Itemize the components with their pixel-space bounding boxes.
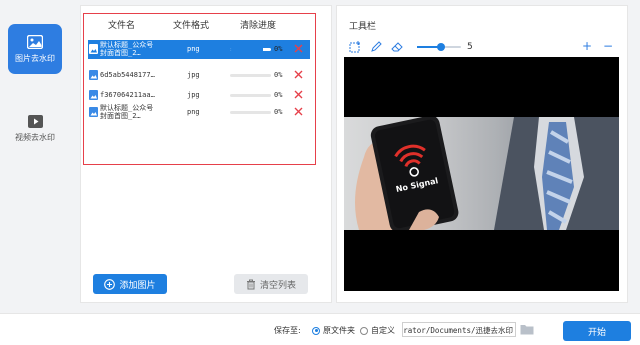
file-format: jpg xyxy=(187,71,200,79)
brush-size-value: 5 xyxy=(467,42,473,52)
progress-percent: 0% xyxy=(274,108,283,116)
file-name: 默认标题_公众号封面首图_2… xyxy=(100,41,154,57)
file-format: png xyxy=(187,108,200,116)
zoom-out-icon[interactable]: − xyxy=(603,40,613,52)
file-name: f367064211aa… xyxy=(100,91,155,99)
radio-dot xyxy=(360,326,368,335)
side-nav: 图片去水印 视频去水印 xyxy=(0,0,70,313)
file-list-header: 文件名 文件格式 清除进度 xyxy=(84,18,315,32)
file-name: 6d5ab5448177… xyxy=(100,71,155,79)
save-to-label: 保存至: xyxy=(274,326,301,335)
preview-photo: No Signal xyxy=(355,117,619,230)
column-filename: 文件名 xyxy=(108,21,136,31)
radio-custom-folder[interactable]: 自定义 xyxy=(360,325,395,336)
eraser-icon[interactable] xyxy=(391,41,404,53)
progress-bar xyxy=(230,74,271,77)
progress-percent: 0% xyxy=(274,45,283,53)
nav-video-label: 视频去水印 xyxy=(15,133,55,142)
brush-size-slider[interactable] xyxy=(417,43,461,51)
save-path-input[interactable]: Administrator/Documents/迅捷去水印 xyxy=(402,322,516,337)
delete-icon[interactable] xyxy=(293,106,304,117)
radio-dot xyxy=(312,326,320,335)
file-list: 文件名 文件格式 清除进度 默认标题_公众号封面首图_2… png 0% 6d5… xyxy=(83,13,316,165)
column-progress: 清除进度 xyxy=(240,21,277,31)
delete-icon[interactable] xyxy=(293,43,304,54)
nav-video-watermark[interactable]: 视频去水印 xyxy=(8,104,62,154)
delete-icon[interactable] xyxy=(293,89,304,100)
file-row[interactable]: 6d5ab5448177… jpg 0% xyxy=(88,66,310,85)
progress-percent: 0% xyxy=(274,91,283,99)
zoom-in-icon[interactable]: + xyxy=(582,40,592,52)
nav-image-watermark[interactable]: 图片去水印 xyxy=(8,24,62,74)
preview-canvas[interactable]: No Signal xyxy=(344,57,619,291)
file-list-panel: 文件名 文件格式 清除进度 默认标题_公众号封面首图_2… png 0% 6d5… xyxy=(80,5,332,303)
toolbar-panel: 工具栏 5 + − No Signal xyxy=(336,5,628,303)
plus-circle-icon xyxy=(104,278,116,290)
progress-bar xyxy=(230,48,271,51)
preview-image: No Signal xyxy=(344,117,619,230)
radio-custom-label: 自定义 xyxy=(371,326,395,335)
file-format: jpg xyxy=(187,91,200,99)
file-format: png xyxy=(187,45,200,53)
nav-image-label: 图片去水印 xyxy=(15,53,55,63)
clear-list-button[interactable]: 清空列表 xyxy=(234,274,308,294)
video-icon xyxy=(27,115,43,128)
brush-icon[interactable] xyxy=(370,41,382,53)
file-name: 默认标题_公众号封面首图_2… xyxy=(100,104,154,120)
start-button[interactable]: 开始 xyxy=(563,321,631,341)
image-file-icon xyxy=(89,90,98,100)
rectangle-select-icon[interactable] xyxy=(349,41,361,53)
progress-bar xyxy=(230,111,271,114)
radio-original-label: 原文件夹 xyxy=(323,326,355,335)
add-image-label: 添加图片 xyxy=(119,280,156,291)
delete-icon[interactable] xyxy=(293,69,304,80)
file-row[interactable]: 默认标题_公众号封面首图_2… png 0% xyxy=(88,40,310,59)
image-file-icon xyxy=(89,70,98,80)
add-image-button[interactable]: 添加图片 xyxy=(93,274,167,294)
clear-list-label: 清空列表 xyxy=(259,280,296,291)
trash-icon xyxy=(246,279,255,289)
progress-percent: 0% xyxy=(274,71,283,79)
toolbar-row: 5 + − xyxy=(349,40,619,54)
folder-icon[interactable] xyxy=(520,324,534,335)
file-row[interactable]: 默认标题_公众号封面首图_2… png 0% xyxy=(88,103,310,122)
toolbar-title: 工具栏 xyxy=(349,22,377,32)
radio-original-folder[interactable]: 原文件夹 xyxy=(312,325,355,336)
image-file-icon xyxy=(89,44,98,54)
image-file-icon xyxy=(89,107,98,117)
image-icon xyxy=(27,34,43,49)
bottom-bar: 保存至: 原文件夹 自定义 Administrator/Documents/迅捷… xyxy=(0,313,640,345)
column-format: 文件格式 xyxy=(173,21,210,31)
progress-bar xyxy=(230,94,271,97)
brush-size-thumb[interactable] xyxy=(437,43,446,51)
